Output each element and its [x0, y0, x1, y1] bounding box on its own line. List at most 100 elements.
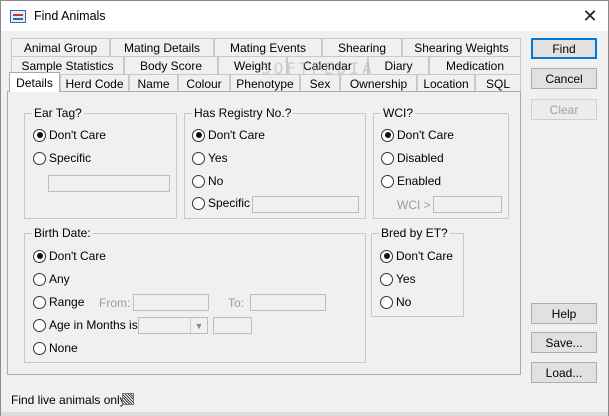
- birth-date-none-radio[interactable]: None: [33, 341, 78, 355]
- radio-label: No: [208, 174, 224, 188]
- form-icon: [10, 9, 26, 23]
- wci-disabled-radio[interactable]: Disabled: [381, 151, 444, 165]
- save-button[interactable]: Save...: [531, 332, 597, 353]
- bred-by-et-no-radio[interactable]: No: [380, 295, 411, 309]
- load-button[interactable]: Load...: [531, 362, 597, 383]
- range-from-label: From:: [99, 296, 131, 310]
- radio-label: Disabled: [397, 151, 444, 165]
- radio-unchecked-icon: [380, 295, 393, 309]
- find-button[interactable]: Find: [531, 38, 597, 59]
- age-months-input[interactable]: [213, 317, 252, 334]
- wci-group: WCI? Don't Care Disabled Enabled WCI >: [373, 106, 509, 219]
- ear-tag-specific-input[interactable]: [48, 175, 170, 192]
- tab-herd-code[interactable]: Herd Code: [60, 74, 129, 92]
- registry-specific-input[interactable]: [252, 196, 359, 213]
- radio-unchecked-icon: [192, 196, 205, 210]
- range-to-label: To:: [228, 296, 245, 310]
- tab-shearing[interactable]: Shearing: [322, 38, 402, 56]
- registry-yes-radio[interactable]: Yes: [192, 151, 228, 165]
- wci-enabled-radio[interactable]: Enabled: [381, 174, 441, 188]
- birth-date-age-radio[interactable]: Age in Months is: [33, 318, 138, 332]
- range-to-input[interactable]: [250, 294, 326, 311]
- bred-by-et-group: Bred by ET? Don't Care Yes No: [371, 226, 464, 317]
- cancel-button[interactable]: Cancel: [531, 68, 597, 89]
- tab-name[interactable]: Name: [129, 74, 178, 92]
- radio-unchecked-icon: [33, 318, 46, 332]
- radio-label: Yes: [208, 151, 228, 165]
- tab-weight[interactable]: Weight: [218, 56, 287, 74]
- find-animals-window: Find Animals ✕ Animal Group Mating Detai…: [0, 0, 609, 416]
- age-operator-select[interactable]: ▼: [138, 317, 208, 334]
- tab-ownership[interactable]: Ownership: [340, 74, 417, 92]
- ear-tag-specific-radio[interactable]: Specific: [33, 151, 91, 165]
- radio-checked-icon: [380, 249, 393, 263]
- registry-label: Has Registry No.?: [192, 106, 294, 120]
- radio-label: Range: [49, 295, 85, 309]
- range-from-input[interactable]: [133, 294, 209, 311]
- tab-animal-group[interactable]: Animal Group: [11, 38, 110, 56]
- radio-label: Yes: [396, 272, 416, 286]
- bred-by-et-dont-care-radio[interactable]: Don't Care: [380, 249, 453, 263]
- radio-label: No: [396, 295, 412, 309]
- birth-date-label: Birth Date:: [32, 226, 93, 240]
- radio-checked-icon: [381, 128, 394, 142]
- tab-mating-details[interactable]: Mating Details: [110, 38, 214, 56]
- radio-checked-icon: [33, 128, 46, 142]
- radio-unchecked-icon: [381, 174, 394, 188]
- radio-unchecked-icon: [192, 174, 205, 188]
- radio-label: Don't Care: [208, 128, 265, 142]
- radio-unchecked-icon: [33, 341, 46, 355]
- radio-label: Age in Months is: [49, 318, 138, 332]
- radio-unchecked-icon: [380, 272, 393, 286]
- bottom-strip: [1, 412, 608, 416]
- radio-label: Don't Care: [397, 128, 454, 142]
- radio-label: Specific: [208, 196, 251, 210]
- wci-dont-care-radio[interactable]: Don't Care: [381, 128, 454, 142]
- radio-unchecked-icon: [33, 272, 46, 286]
- bred-by-et-label: Bred by ET?: [379, 226, 450, 240]
- tab-location[interactable]: Location: [417, 74, 475, 92]
- window-title: Find Animals: [34, 9, 106, 23]
- tab-sex[interactable]: Sex: [300, 74, 340, 92]
- radio-label: Don't Care: [49, 249, 106, 263]
- radio-label: Enabled: [397, 174, 442, 188]
- ear-tag-dont-care-radio[interactable]: Don't Care: [33, 128, 106, 142]
- radio-label: Specific: [49, 151, 92, 165]
- radio-label: Don't Care: [396, 249, 453, 263]
- tab-diary[interactable]: Diary: [368, 56, 429, 74]
- tab-details[interactable]: Details: [9, 72, 60, 92]
- tab-phenotype[interactable]: Phenotype: [230, 74, 300, 92]
- tab-calendar[interactable]: Calendar: [287, 56, 368, 74]
- birth-date-group: Birth Date: Don't Care Any Range From: T…: [24, 226, 366, 363]
- tab-colour[interactable]: Colour: [178, 74, 230, 92]
- clear-button[interactable]: Clear: [531, 99, 597, 120]
- tab-medication[interactable]: Medication: [429, 56, 521, 74]
- wci-threshold-label: WCI >: [397, 198, 431, 212]
- help-button[interactable]: Help: [531, 303, 597, 324]
- wci-threshold-input[interactable]: [433, 196, 502, 213]
- radio-label: Any: [49, 272, 70, 286]
- radio-unchecked-icon: [33, 151, 46, 165]
- birth-date-dont-care-radio[interactable]: Don't Care: [33, 249, 106, 263]
- title-bar: Find Animals ✕: [1, 1, 608, 31]
- live-only-checkbox[interactable]: [122, 393, 134, 405]
- registry-no-radio[interactable]: No: [192, 174, 223, 188]
- tab-sql[interactable]: SQL: [475, 74, 521, 92]
- close-icon[interactable]: ✕: [578, 4, 602, 28]
- registry-specific-radio[interactable]: Specific: [192, 196, 250, 210]
- birth-date-any-radio[interactable]: Any: [33, 272, 70, 286]
- birth-date-range-radio[interactable]: Range: [33, 295, 84, 309]
- wci-label: WCI?: [381, 106, 415, 120]
- tab-mating-events[interactable]: Mating Events: [214, 38, 322, 56]
- ear-tag-group: Ear Tag? Don't Care Specific: [24, 106, 177, 219]
- chevron-down-icon[interactable]: ▼: [190, 318, 207, 333]
- radio-checked-icon: [33, 249, 46, 263]
- tab-body-score[interactable]: Body Score: [124, 56, 218, 74]
- details-panel: Ear Tag? Don't Care Specific Has Registr…: [7, 91, 521, 375]
- radio-unchecked-icon: [381, 151, 394, 165]
- bred-by-et-yes-radio[interactable]: Yes: [380, 272, 416, 286]
- radio-label: Don't Care: [49, 128, 106, 142]
- registry-dont-care-radio[interactable]: Don't Care: [192, 128, 265, 142]
- radio-unchecked-icon: [192, 151, 205, 165]
- tab-shearing-weights[interactable]: Shearing Weights: [402, 38, 521, 56]
